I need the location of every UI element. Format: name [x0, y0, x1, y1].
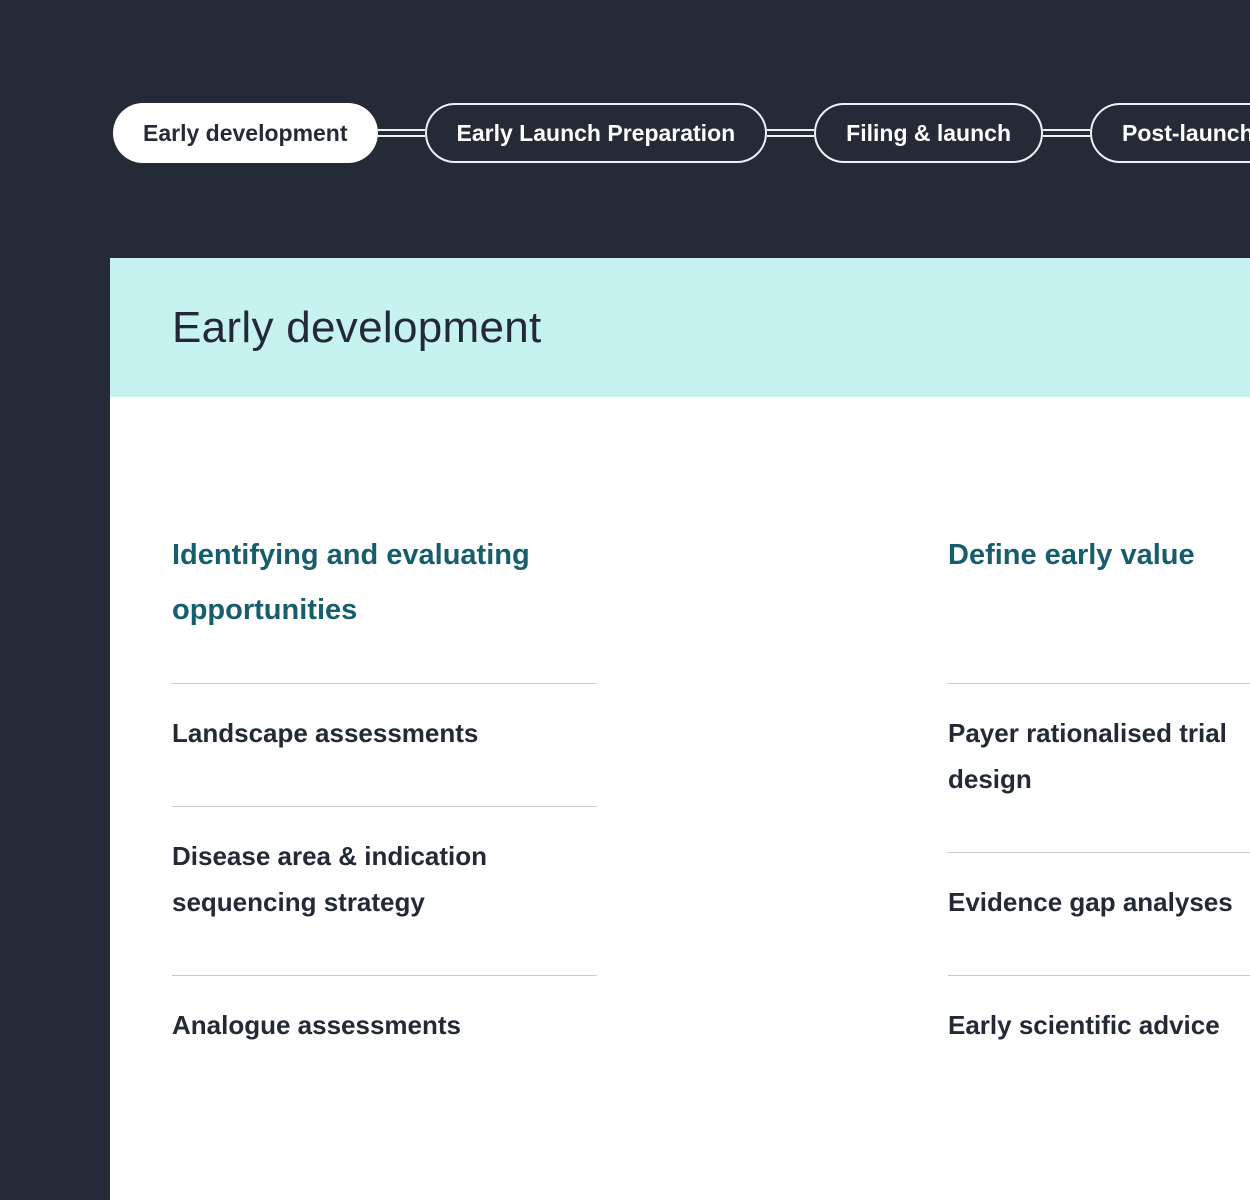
column-identifying-opportunities: Identifying and evaluating opportunities… — [172, 528, 597, 1098]
section-header: Early development — [110, 258, 1250, 397]
phase-stepper: Early development Early Launch Preparati… — [113, 103, 1250, 163]
column-heading: Identifying and evaluating opportunities — [172, 539, 530, 626]
step-connector — [1043, 129, 1091, 137]
column-define-early-value: Define early value Payer rationalised tr… — [948, 528, 1250, 1098]
step-connector — [767, 129, 815, 137]
section-title: Early development — [172, 302, 542, 352]
list-item-disease-area-indication: Disease area & indication sequencing str… — [172, 806, 597, 975]
list-item-payer-rationalised-trial-design: Payer rationalised trial design — [948, 683, 1250, 852]
list-item-landscape-assessments: Landscape assessments — [172, 683, 597, 806]
app-window: Early development Early Launch Preparati… — [0, 0, 1250, 1200]
step-early-development[interactable]: Early development — [113, 103, 378, 163]
step-early-launch-preparation[interactable]: Early Launch Preparation — [424, 103, 768, 163]
panel-content: Identifying and evaluating opportunities… — [110, 397, 1250, 1098]
step-post-launch[interactable]: Post-launch — [1090, 103, 1250, 163]
list-item-evidence-gap-analyses: Evidence gap analyses — [948, 852, 1250, 975]
step-connector — [377, 129, 425, 137]
list-item-early-scientific-advice: Early scientific advice — [948, 975, 1250, 1098]
phase-panel: Early development Identifying and evalua… — [110, 258, 1250, 1200]
step-filing-and-launch[interactable]: Filing & launch — [814, 103, 1044, 163]
column-heading: Define early value — [948, 539, 1195, 571]
list-item-analogue-assessments: Analogue assessments — [172, 975, 597, 1098]
